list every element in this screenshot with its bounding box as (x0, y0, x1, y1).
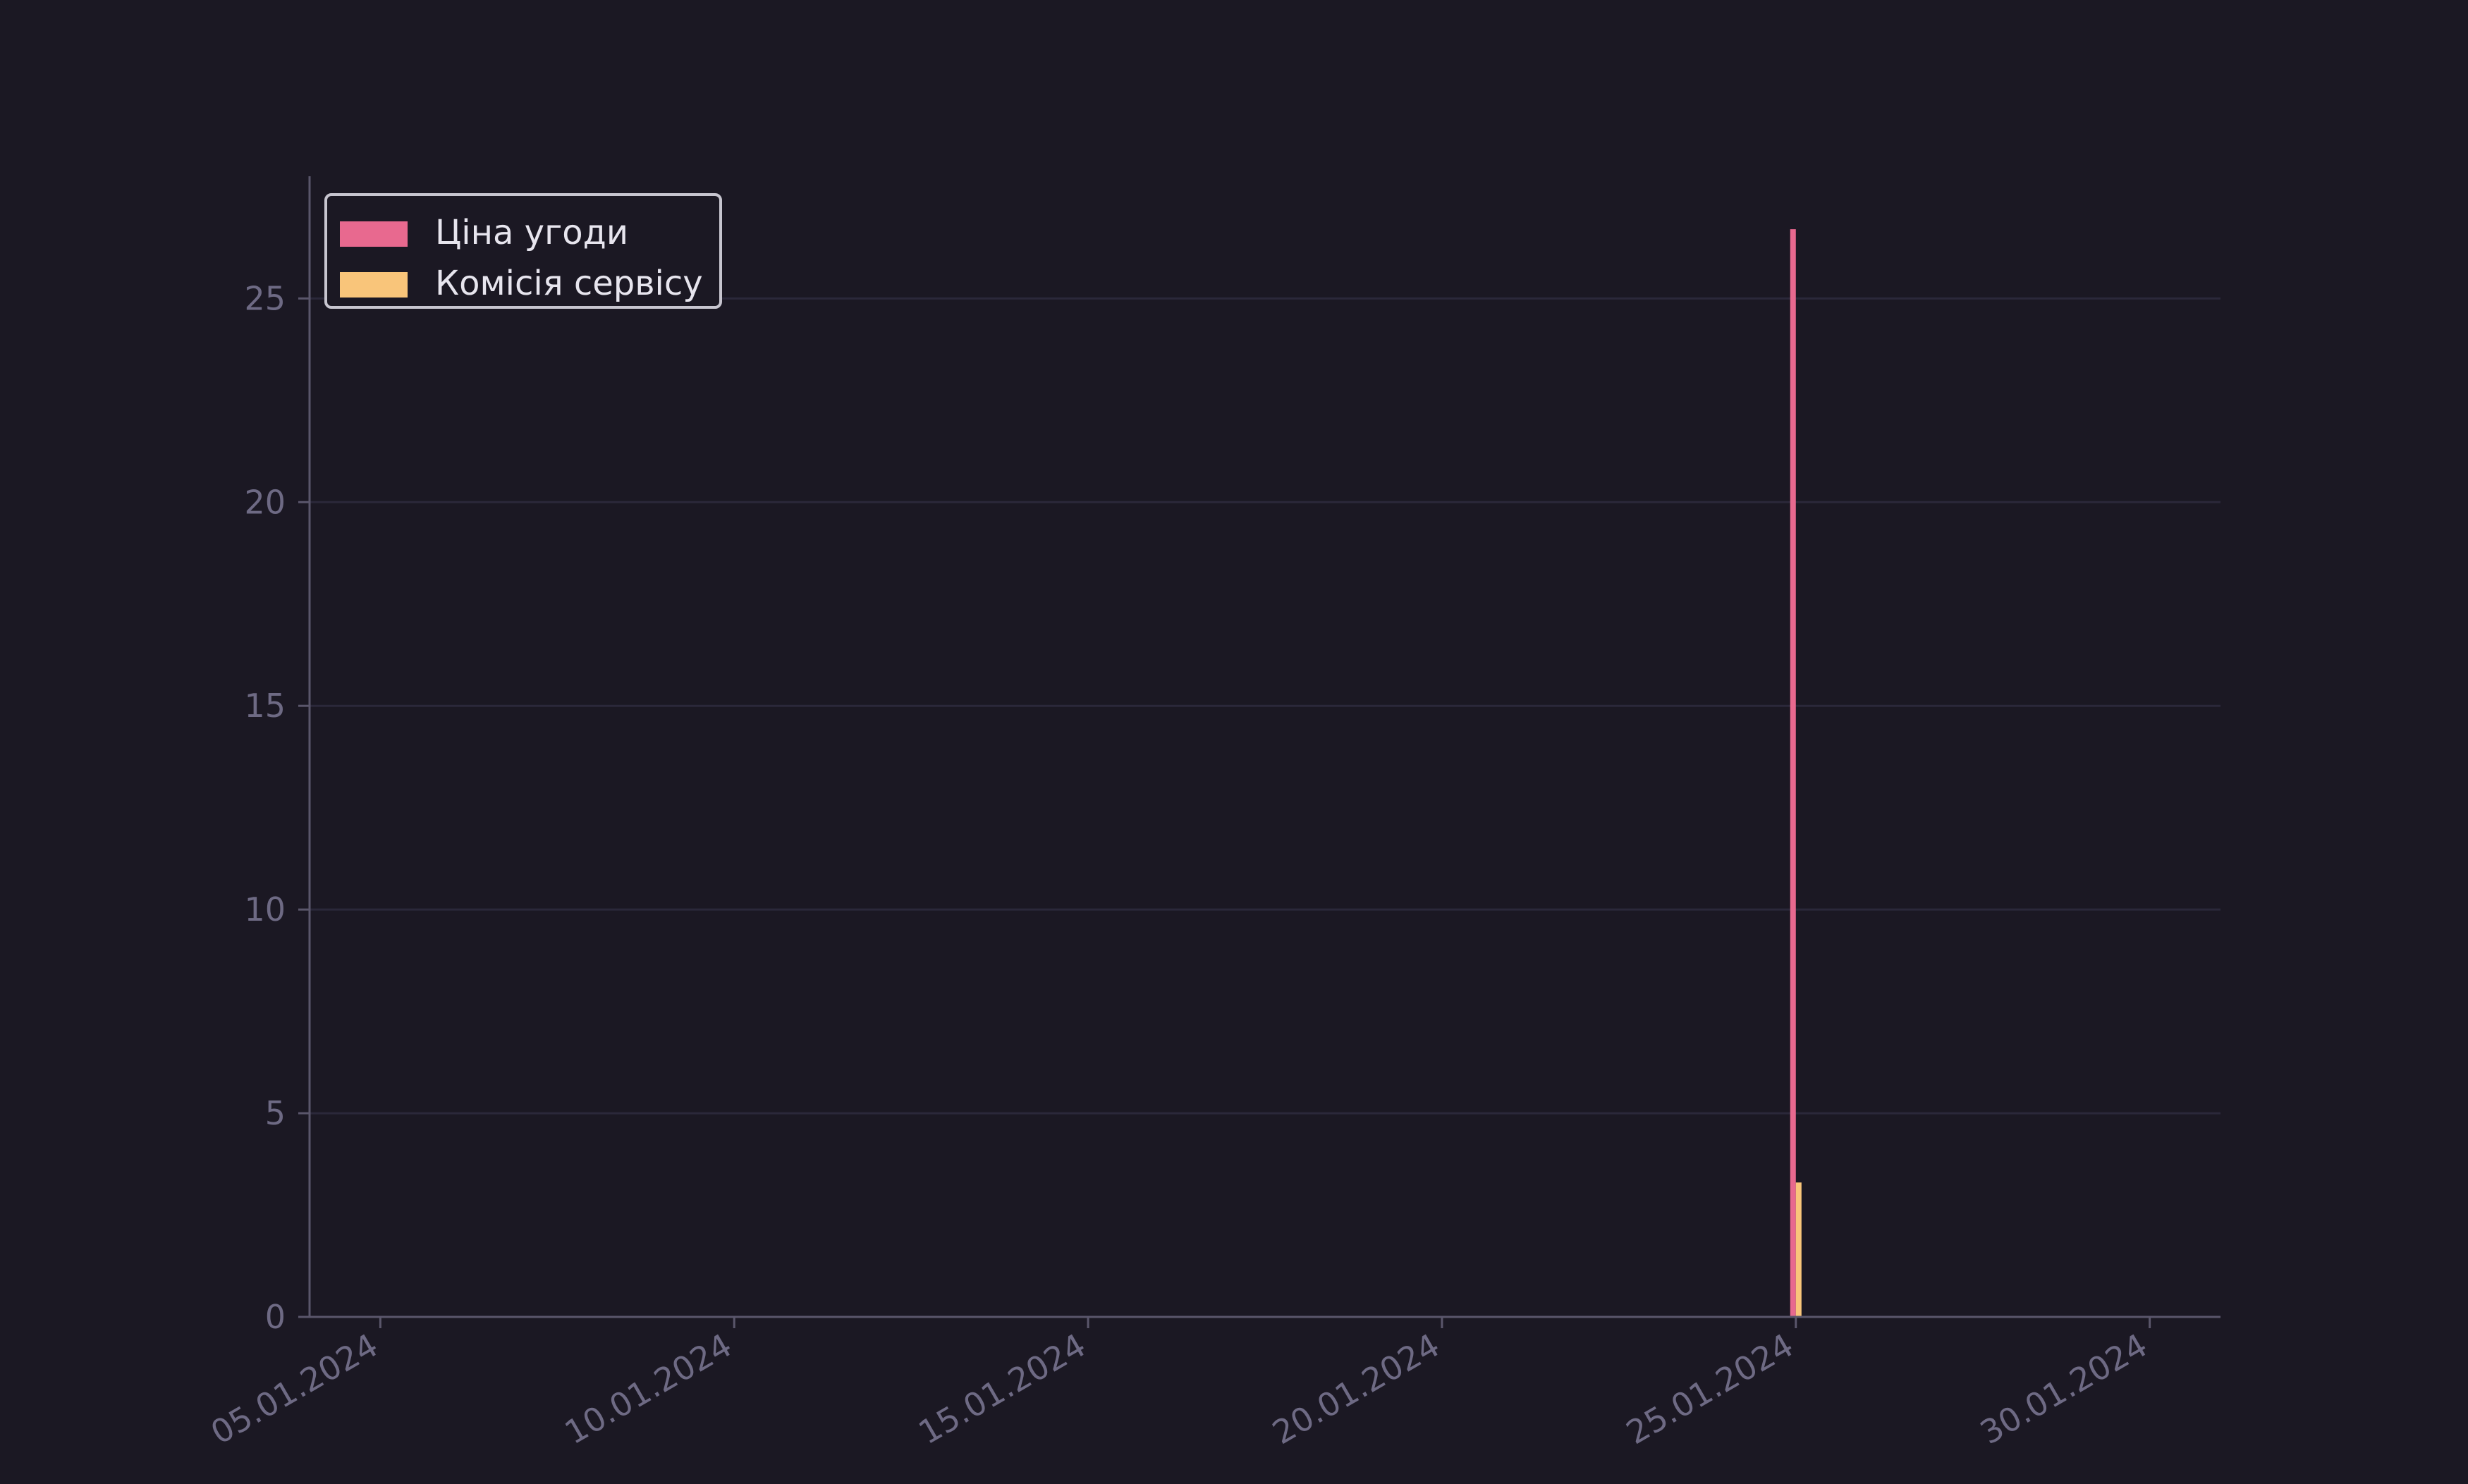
chart-plot: 051015202505.01.2024 10.01.2024 15.01.2024… (0, 0, 2468, 1480)
chart-container: 0 5 10 15 20 25 05.01.2024 10.01.2024 15.01.2024… (0, 0, 2468, 1480)
legend-label: Ціна угоди (435, 213, 628, 252)
y-tick-label: 10 (244, 890, 286, 928)
legend-swatch (340, 272, 408, 298)
bar-deal-price (1790, 229, 1796, 1317)
y-tick-label: 15 (244, 687, 286, 725)
bar-service-fee (1795, 1182, 1802, 1317)
y-tick-label: 5 (265, 1094, 286, 1132)
legend-label: Комісія сервісу (435, 264, 703, 303)
y-tick-label: 0 (265, 1298, 286, 1336)
y-tick-label: 20 (244, 483, 286, 521)
legend-swatch (340, 221, 408, 247)
y-tick-label: 25 (244, 279, 286, 317)
